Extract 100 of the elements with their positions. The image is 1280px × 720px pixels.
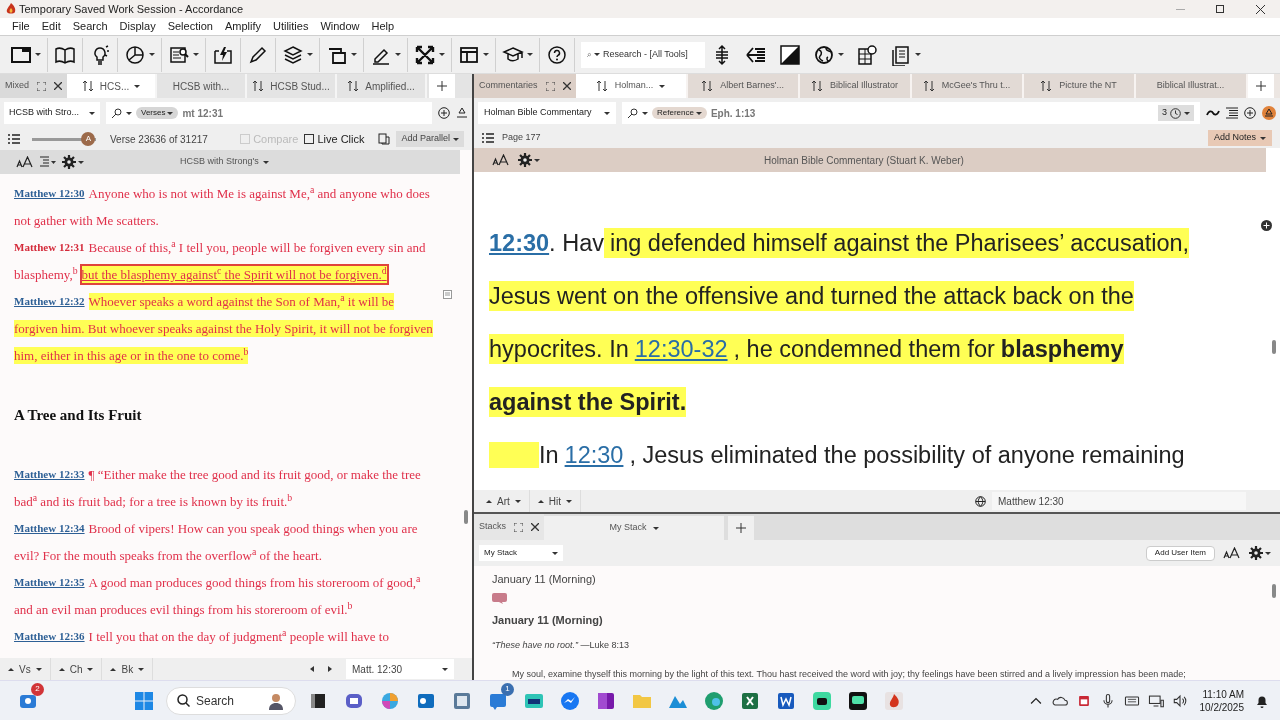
search-input[interactable]: Research - [All Tools] (603, 47, 699, 62)
menu-item[interactable]: Edit (35, 18, 67, 35)
flame-app-taskbar-button[interactable] (883, 689, 905, 712)
module-dropdown[interactable]: Holman Bible Commentary (478, 102, 616, 124)
list-icon[interactable] (482, 133, 494, 143)
menu-item[interactable]: Selection (161, 18, 219, 35)
scrollbar-thumb[interactable] (464, 510, 468, 524)
browser-taskbar-button[interactable] (703, 689, 725, 712)
next-icon[interactable] (328, 666, 332, 672)
text-lines-icon[interactable] (1226, 107, 1238, 119)
robot-app-taskbar-button[interactable] (811, 689, 833, 712)
add-circle-icon[interactable] (1244, 107, 1256, 119)
resource-title[interactable]: HCSB with Strong's (180, 155, 269, 169)
menu-item[interactable]: Help (365, 18, 401, 35)
tab[interactable]: HCS... (67, 74, 157, 98)
tilde-icon[interactable] (1206, 109, 1220, 117)
add-notes-button[interactable]: Add Notes (1207, 130, 1272, 146)
outline-icon[interactable] (40, 156, 56, 168)
caret-icon (453, 137, 459, 141)
expand-icon[interactable] (545, 81, 555, 91)
close-icon[interactable] (54, 82, 62, 90)
tab[interactable]: My Stack (544, 516, 724, 540)
verse-link[interactable]: 12:30-32 (628, 333, 728, 364)
sort-icon (595, 80, 609, 92)
parallel-icon[interactable] (378, 133, 391, 145)
menu-item[interactable]: Amplify (218, 18, 267, 35)
tab[interactable]: Biblical Illustrator (799, 74, 912, 98)
settings-icon[interactable] (1249, 546, 1263, 560)
search-mode-button[interactable]: Reference (652, 107, 707, 119)
verse-reference[interactable]: Matthew 12:30 (14, 185, 85, 202)
settings-icon[interactable] (518, 153, 532, 167)
menu-item[interactable]: Display (113, 18, 162, 35)
new-tab-button[interactable] (1247, 74, 1274, 98)
slider-thumb[interactable]: A (81, 132, 96, 146)
menu-item[interactable]: Search (66, 18, 114, 35)
tab[interactable]: Picture the NT (1023, 74, 1136, 98)
close-icon[interactable] (531, 523, 539, 531)
page-number: Page 177 (502, 131, 541, 145)
navigation-button[interactable]: Art (478, 490, 530, 512)
caret-icon (483, 53, 489, 56)
taskbar-search-field[interactable]: Search (166, 686, 296, 715)
messenger-taskbar-button[interactable] (559, 689, 581, 712)
settings-icon[interactable] (62, 155, 76, 169)
module-dropdown[interactable]: HCSB with Stro... (4, 102, 100, 124)
tab[interactable]: Biblical Illustrat... (1135, 74, 1248, 98)
expand-icon[interactable] (37, 81, 46, 91)
history-button[interactable]: 3 (1158, 105, 1194, 121)
add-parallel-button[interactable]: Add Parallel (396, 131, 464, 147)
clock-button[interactable]: 11:10 AM 10/2/2025 (1199, 687, 1244, 714)
tab[interactable]: McGee's Thru t... (911, 74, 1024, 98)
verse-reference[interactable]: Matthew 12:34 (14, 520, 85, 537)
speech-bubble-app-taskbar-button[interactable] (847, 689, 869, 712)
stack-dropdown[interactable]: My Stack (479, 545, 563, 561)
verse-reference[interactable]: Matthew 12:32 (14, 293, 85, 310)
add-icon[interactable] (736, 523, 746, 533)
list-icon[interactable] (8, 134, 20, 144)
expand-icon[interactable] (514, 522, 523, 532)
menu-item[interactable]: Window (314, 18, 366, 35)
close-icon[interactable] (562, 82, 571, 90)
up-caret-icon (486, 499, 492, 503)
previous-icon[interactable] (310, 666, 314, 672)
add-icon[interactable] (437, 81, 447, 91)
new-tab-button[interactable] (429, 74, 455, 98)
verse-link[interactable]: 12:30 (489, 227, 550, 258)
note-marker-icon[interactable] (443, 290, 452, 299)
font-size-icon[interactable] (1223, 547, 1241, 559)
scrollbar-thumb[interactable] (1272, 584, 1276, 598)
comment-icon[interactable] (492, 592, 507, 604)
tab[interactable]: Albert Barnes'... (687, 74, 800, 98)
new-tab-button[interactable] (728, 516, 754, 540)
body-text: My soul, examine thyself this morning by the light of this text. Thou hast received the word with joy; thy feelings have been stirred and a lively impression has been made; (512, 669, 1186, 679)
verse-reference[interactable]: Matthew 12:36 (14, 628, 85, 645)
verse-reference[interactable]: Matthew 12:31 (14, 239, 85, 256)
add-icon[interactable] (1255, 81, 1266, 91)
search-field[interactable]: Reference Eph. 1:13 3 (622, 102, 1200, 124)
menu-item[interactable]: File (6, 18, 36, 35)
add-circle-icon[interactable] (438, 107, 450, 119)
windows-start-taskbar-button[interactable] (133, 689, 155, 712)
location-field[interactable]: Matt. 12:30 (346, 659, 454, 679)
verse-reference[interactable]: Matthew 12:35 (14, 574, 85, 591)
verse-link[interactable]: 12:30 (558, 439, 624, 470)
navigation-button[interactable]: Hit (529, 490, 581, 512)
scrollbar-thumb[interactable] (1272, 340, 1276, 354)
font-size-icon[interactable] (492, 154, 510, 166)
search-field[interactable]: Verses mt 12:31 (106, 102, 432, 124)
menu-item[interactable]: Utilities (266, 18, 315, 35)
globe-icon[interactable] (975, 495, 986, 507)
pie-chart-icon (124, 43, 146, 66)
research-field[interactable]: Research - [All Tools] (581, 41, 705, 68)
add-user-item-button[interactable]: Add User Item (1145, 545, 1215, 561)
add-circle-icon[interactable] (1261, 220, 1272, 231)
checkbox[interactable] (304, 134, 315, 144)
location-field[interactable]: Matthew 12:30 (992, 492, 1246, 510)
search-mode-button[interactable]: Verses (136, 107, 179, 119)
slider[interactable]: A (32, 132, 96, 146)
tab[interactable]: Holman... (575, 74, 688, 98)
verse-reference[interactable]: Matthew 12:33 (14, 466, 85, 483)
font-size-icon[interactable] (16, 156, 34, 168)
verse-text: not gather with Me scatters. (14, 212, 159, 229)
caret-icon (395, 53, 401, 56)
